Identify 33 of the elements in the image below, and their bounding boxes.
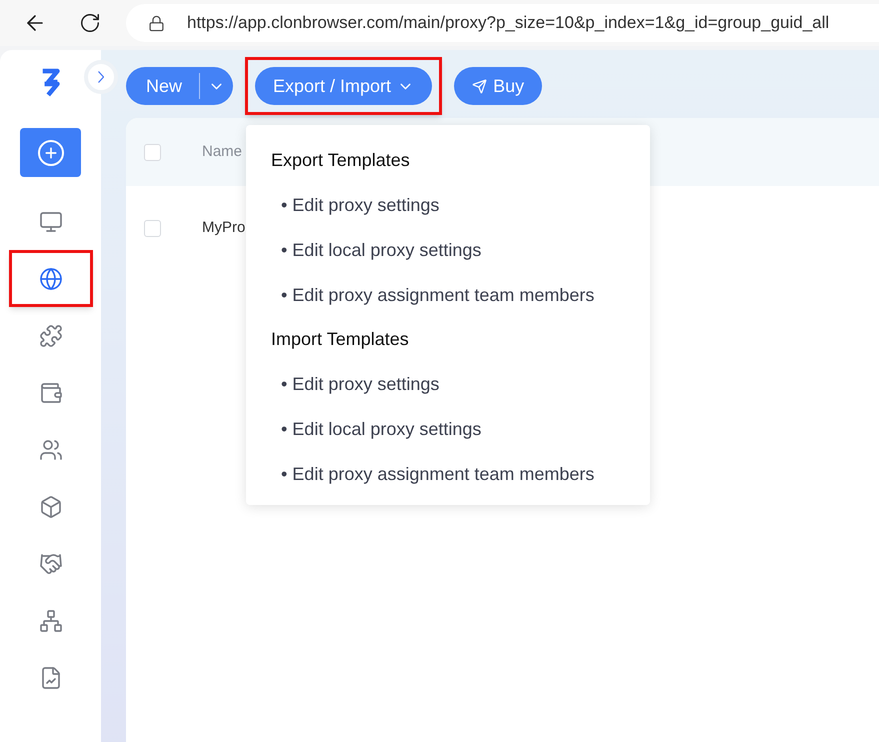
menu-item[interactable]: • Edit local proxy settings	[271, 237, 650, 261]
menu-item[interactable]: • Edit proxy settings	[271, 192, 650, 216]
add-button[interactable]	[20, 128, 81, 177]
menu-section-title: Export Templates	[271, 149, 411, 171]
export-import-button[interactable]: Export / Import	[255, 67, 432, 105]
new-split-button[interactable]: New	[126, 67, 234, 105]
handshake-icon	[38, 552, 62, 576]
users-icon	[38, 438, 62, 462]
cube-icon	[38, 494, 62, 518]
column-header: Name	[202, 142, 242, 162]
globe-icon	[38, 266, 62, 290]
monitor-icon	[38, 210, 62, 234]
menu-section-title: Import Templates	[271, 328, 410, 350]
sidebar-toggle[interactable]	[84, 60, 118, 94]
menu-item[interactable]: • Edit proxy assignment team members	[271, 282, 650, 306]
wallet-icon	[38, 380, 62, 404]
checkbox[interactable]	[144, 220, 161, 236]
new-label[interactable]: New	[126, 72, 200, 100]
menu-item[interactable]: • Edit proxy settings	[271, 371, 650, 395]
sidebar-item[interactable]	[8, 250, 92, 307]
buy-button[interactable]: Buy	[454, 67, 542, 105]
url-text: https://app.clonbrowser.com/main/proxy?p_size=10&p_index=1&g_id=group_guid_all	[187, 12, 830, 34]
table-cell-text: MyPro	[202, 218, 246, 238]
address-bar[interactable]: https://app.clonbrowser.com/main/proxy?p_size=10&p_index=1&g_id=group_guid_all	[126, 4, 879, 42]
chevron-right-icon	[98, 71, 104, 83]
network-icon	[38, 608, 62, 632]
menu-item[interactable]: • Edit local proxy settings	[271, 416, 650, 440]
send-icon	[472, 78, 488, 94]
menu-item[interactable]: • Edit proxy assignment team members	[271, 461, 650, 485]
checkbox[interactable]	[144, 144, 161, 160]
reload-icon[interactable]	[79, 12, 101, 34]
lock-icon	[148, 14, 165, 32]
puzzle-icon	[38, 324, 62, 348]
